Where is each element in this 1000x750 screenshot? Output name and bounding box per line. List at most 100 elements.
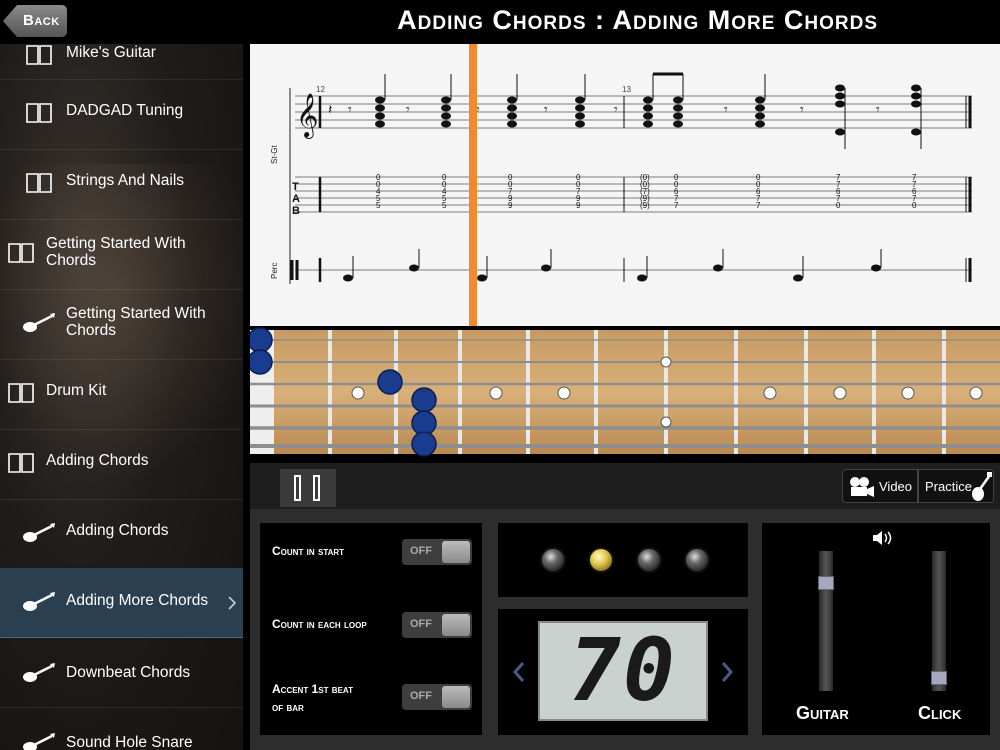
book-icon — [8, 453, 34, 473]
svg-text:7: 7 — [756, 201, 761, 210]
tempo-display: 70 — [538, 621, 708, 721]
video-label: Video — [879, 479, 913, 494]
sidebar-item-label: DADGAD Tuning — [66, 102, 184, 119]
book-icon — [26, 173, 52, 193]
guitar-icon — [972, 472, 992, 501]
rests: 𝄽 𝄾 𝄾 𝄾 𝄾 𝄾 𝄾 𝄾 𝄾 — [328, 101, 880, 117]
toggle-state: OFF — [410, 618, 432, 630]
beat-light — [588, 547, 614, 573]
count-in-start-toggle[interactable]: OFF — [402, 539, 472, 565]
score-svg: St-Gt Perc 𝄞 12 13 𝄽 𝄾 𝄾 𝄾 𝄾 𝄾 𝄾 𝄾 𝄾 T A… — [270, 72, 972, 284]
sidebar-item-dadgad-tuning[interactable]: DADGAD Tuning — [0, 80, 243, 150]
count-in-settings-panel: Count in start OFF Count in each loop OF… — [260, 523, 482, 735]
treble-clef-icon: 𝄞 — [296, 93, 318, 139]
tempo-value: 70 — [569, 621, 677, 721]
perc-notes — [343, 249, 882, 282]
beat-indicator-panel — [498, 523, 748, 597]
bar-number: 13 — [622, 85, 631, 94]
svg-text:𝄾: 𝄾 — [614, 101, 618, 117]
tab-letter: B — [292, 205, 300, 217]
tab-fret-numbers: 00455 00455 00799 00799 (0)(0)(7)(9)(9) … — [376, 173, 917, 210]
sidebar-item-adding-more-chords[interactable]: Adding More Chords — [0, 568, 243, 638]
click-volume-slider[interactable] — [931, 551, 947, 691]
click-volume-thumb[interactable] — [931, 670, 947, 685]
tempo-decrease-icon[interactable] — [512, 661, 526, 683]
guitar-icon — [23, 313, 55, 332]
playback-toolbar: Video Practice — [250, 463, 1000, 509]
svg-text:𝄾: 𝄾 — [800, 101, 804, 117]
sidebar-item-label: Downbeat Chords — [66, 664, 191, 681]
instrument-label-guitar: St-Gt — [270, 145, 279, 164]
back-button-label: Back — [23, 12, 60, 29]
sidebar-item-label: Strings And Nails — [66, 172, 185, 189]
book-icon — [8, 243, 34, 263]
treble-staff — [295, 95, 972, 129]
control-area: Video Practice Count in start OFF Count … — [250, 463, 1000, 750]
back-button[interactable]: Back — [3, 5, 67, 37]
sidebar-item-label: Getting Started With Chords — [46, 235, 186, 269]
pause-icon — [294, 475, 301, 501]
book-icon — [26, 45, 52, 65]
toggle-state: OFF — [410, 545, 432, 557]
sidebar-item-getting-started-practice[interactable]: Getting Started With Chords — [0, 290, 243, 360]
sidebar-item-sound-hole-snare[interactable]: Sound Hole Snare — [0, 708, 243, 750]
guitar-icon — [23, 592, 55, 611]
video-button[interactable]: Video — [842, 469, 918, 503]
tab-staff — [295, 176, 972, 213]
count-in-each-loop-toggle[interactable]: OFF — [402, 612, 472, 638]
sidebar-item-strings-and-nails[interactable]: Strings And Nails — [0, 150, 243, 220]
sidebar-item-downbeat-chords[interactable]: Downbeat Chords — [0, 638, 243, 708]
page-title: Adding Chords : Adding More Chords — [397, 5, 878, 35]
count-in-each-loop-label: Count in each loop — [272, 617, 367, 631]
toggle-knob — [442, 686, 470, 708]
svg-text:𝄾: 𝄾 — [348, 101, 352, 117]
sidebar-item-label: Sound Hole Snare — [66, 734, 193, 750]
pause-button[interactable] — [280, 469, 336, 507]
sidebar-item-adding-chords-book[interactable]: Adding Chords — [0, 430, 243, 500]
svg-text:𝄾: 𝄾 — [876, 101, 880, 117]
svg-text:𝄾: 𝄾 — [544, 101, 548, 117]
guitar-volume-label: Guitar — [796, 703, 849, 723]
sidebar-item-drum-kit[interactable]: Drum Kit — [0, 360, 243, 430]
svg-text:𝄾: 𝄾 — [406, 101, 410, 117]
tempo-panel: 70 — [498, 609, 748, 735]
sidebar-item-getting-started-book[interactable]: Getting Started With Chords — [0, 220, 243, 290]
chord-noteheads — [375, 72, 922, 149]
sidebar-item-label: Getting Started With Chords — [66, 305, 206, 339]
beat-light — [636, 547, 662, 573]
beat-light — [540, 547, 566, 573]
accent-first-beat-label: Accent 1st beat — [272, 682, 353, 696]
video-camera-icon — [850, 477, 874, 497]
speaker-icon — [873, 531, 892, 545]
lesson-sidebar[interactable]: Mike's Guitar DADGAD Tuning Strings And … — [0, 44, 243, 750]
fretboard[interactable] — [247, 326, 1000, 463]
music-notation[interactable]: St-Gt Perc 𝄞 12 13 𝄽 𝄾 𝄾 𝄾 𝄾 𝄾 𝄾 𝄾 𝄾 T A… — [250, 44, 1000, 326]
toggle-state: OFF — [410, 690, 432, 702]
accent-first-beat-toggle[interactable]: OFF — [402, 684, 472, 710]
guitar-volume-slider[interactable] — [818, 551, 834, 691]
sidebar-item-label: Drum Kit — [46, 382, 107, 399]
svg-text:5: 5 — [376, 201, 381, 210]
sidebar-item-adding-chords-practice[interactable]: Adding Chords — [0, 500, 243, 570]
sidebar-item-label: Adding More Chords — [66, 592, 209, 609]
accent-first-beat-label: of bar — [272, 700, 304, 714]
svg-text:9: 9 — [508, 201, 513, 210]
book-icon — [8, 383, 34, 403]
book-icon — [26, 103, 52, 123]
guitar-volume-thumb[interactable] — [818, 576, 834, 591]
bar-number: 12 — [316, 85, 325, 94]
title-bar: Back Adding Chords : Adding More Chords — [0, 0, 1000, 44]
beat-light — [684, 547, 710, 573]
playback-cursor[interactable] — [469, 44, 477, 326]
toggle-knob — [442, 614, 470, 636]
practice-button[interactable]: Practice — [918, 469, 994, 503]
chevron-right-icon — [228, 596, 237, 610]
count-in-start-label: Count in start — [272, 544, 345, 558]
svg-text:5: 5 — [442, 201, 447, 210]
tempo-increase-icon[interactable] — [720, 661, 734, 683]
sidebar-item-mikes-guitar[interactable]: Mike's Guitar — [0, 44, 243, 80]
pause-icon — [313, 475, 320, 501]
tab-letter: A — [292, 193, 300, 205]
svg-text:0: 0 — [912, 201, 917, 210]
toggle-knob — [442, 541, 470, 563]
